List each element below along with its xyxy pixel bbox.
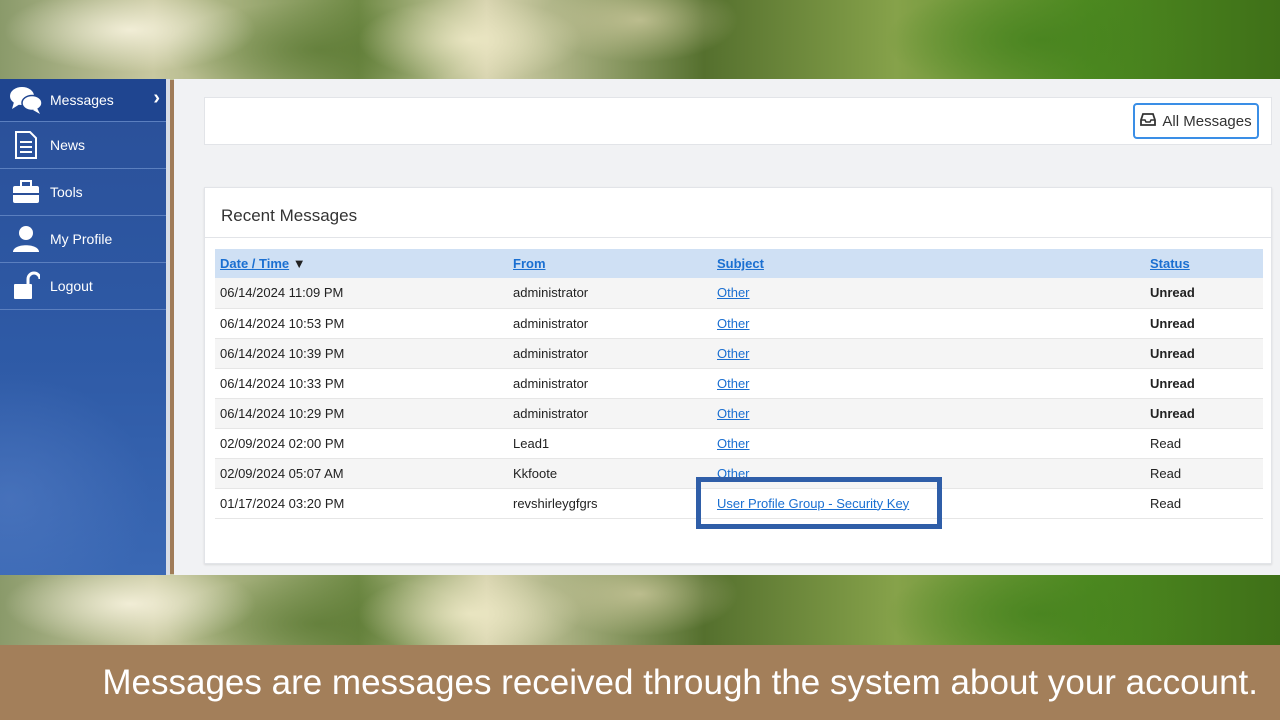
column-header-from[interactable]: From — [508, 249, 712, 278]
status-cell: Unread — [1150, 405, 1195, 421]
datetime-cell: 01/17/2024 03:20 PM — [220, 495, 345, 511]
subject-link[interactable]: Other — [717, 466, 750, 481]
subject-link[interactable]: Other — [717, 376, 750, 391]
column-header-subject[interactable]: Subject — [712, 249, 1145, 278]
from-cell: administrator — [513, 345, 589, 361]
datetime-cell: 06/14/2024 10:33 PM — [220, 375, 345, 391]
status-cell: Read — [1150, 435, 1182, 451]
background-top — [0, 0, 1280, 80]
sidebar-item-news[interactable]: News — [0, 122, 166, 169]
caption-text: Messages are messages received through t… — [102, 662, 1258, 702]
messages-table: Date / Time ▼ From Subject Status 06/14/… — [215, 249, 1263, 519]
recent-messages-panel: Recent Messages Date / Time ▼ From Subje… — [204, 187, 1272, 564]
status-cell: Unread — [1150, 375, 1195, 391]
sidebar-item-label: My Profile — [50, 231, 113, 247]
sidebar: Messages › News Tools My Profile Logout — [0, 79, 170, 575]
all-messages-button[interactable]: All Messages — [1133, 103, 1259, 139]
datetime-cell: 02/09/2024 02:00 PM — [220, 435, 345, 451]
column-header-datetime[interactable]: Date / Time ▼ — [215, 249, 508, 278]
table-row: 02/09/2024 02:00 PM Lead1 Other Read — [215, 428, 1263, 458]
subject-link[interactable]: Other — [717, 406, 750, 421]
status-cell: Unread — [1150, 285, 1195, 301]
table-row: 06/14/2024 10:53 PM administrator Other … — [215, 308, 1263, 338]
table-row: 06/14/2024 10:29 PM administrator Other … — [215, 398, 1263, 428]
subject-link[interactable]: User Profile Group - Security Key — [717, 496, 909, 511]
toolbar: All Messages — [204, 97, 1272, 145]
datetime-cell: 06/14/2024 10:53 PM — [220, 315, 345, 331]
table-row: 01/17/2024 03:20 PM revshirleygfgrs User… — [215, 488, 1263, 518]
datetime-cell: 02/09/2024 05:07 AM — [220, 465, 344, 481]
subject-cell: Other — [712, 278, 1145, 308]
status-cell: Unread — [1150, 345, 1195, 361]
tutorial-caption: Messages are messages received through t… — [0, 645, 1280, 720]
subject-header-link[interactable]: Subject — [717, 256, 764, 271]
sidebar-item-label: Logout — [50, 278, 93, 294]
user-icon — [4, 221, 48, 257]
datetime-cell: 06/14/2024 10:39 PM — [220, 345, 345, 361]
subject-cell: Other — [712, 338, 1145, 368]
table-header-row: Date / Time ▼ From Subject Status — [215, 249, 1263, 278]
sort-desc-icon: ▼ — [292, 256, 306, 271]
sidebar-item-my-profile[interactable]: My Profile — [0, 216, 166, 263]
subject-link[interactable]: Other — [717, 316, 750, 331]
sidebar-item-label: Messages — [50, 92, 114, 108]
panel-title: Recent Messages — [205, 188, 1271, 238]
from-cell: administrator — [513, 285, 589, 301]
subject-cell: Other — [712, 368, 1145, 398]
sidebar-item-tools[interactable]: Tools — [0, 169, 166, 216]
inbox-icon — [1140, 112, 1157, 130]
subject-cell: Other — [712, 458, 1145, 488]
sidebar-item-logout[interactable]: Logout — [0, 263, 166, 310]
from-cell: Lead1 — [513, 435, 550, 451]
subject-link[interactable]: Other — [717, 346, 750, 361]
status-header-link[interactable]: Status — [1150, 256, 1190, 271]
main-content: All Messages Recent Messages Date / Time… — [174, 79, 1280, 575]
from-cell: revshirleygfgrs — [513, 495, 598, 511]
chat-bubbles-icon — [4, 82, 48, 118]
from-cell: administrator — [513, 375, 589, 391]
table-row: 06/14/2024 10:39 PM administrator Other … — [215, 338, 1263, 368]
all-messages-label: All Messages — [1162, 112, 1252, 130]
sidebar-item-label: Tools — [50, 184, 83, 200]
status-cell: Read — [1150, 495, 1182, 511]
toolbox-icon — [4, 174, 48, 210]
document-icon — [4, 127, 48, 163]
background-bottom — [0, 574, 1280, 646]
datetime-header-link[interactable]: Date / Time — [220, 256, 289, 271]
subject-cell: Other — [712, 308, 1145, 338]
from-cell: administrator — [513, 405, 589, 421]
status-cell: Unread — [1150, 315, 1195, 331]
datetime-cell: 06/14/2024 10:29 PM — [220, 405, 345, 421]
subject-link[interactable]: Other — [717, 285, 750, 300]
from-header-link[interactable]: From — [513, 256, 546, 271]
table-row: 06/14/2024 11:09 PM administrator Other … — [215, 278, 1263, 308]
status-cell: Read — [1150, 465, 1182, 481]
subject-cell: User Profile Group - Security Key — [712, 488, 1145, 518]
datetime-cell: 06/14/2024 11:09 PM — [220, 285, 344, 301]
sidebar-item-messages[interactable]: Messages › — [0, 79, 166, 122]
subject-cell: Other — [712, 398, 1145, 428]
table-row: 06/14/2024 10:33 PM administrator Other … — [215, 368, 1263, 398]
from-cell: administrator — [513, 315, 589, 331]
from-cell: Kkfoote — [513, 465, 558, 481]
subject-link[interactable]: Other — [717, 436, 750, 451]
unlock-icon — [4, 268, 48, 304]
sidebar-item-label: News — [50, 137, 86, 153]
table-row: 02/09/2024 05:07 AM Kkfoote Other Read — [215, 458, 1263, 488]
subject-cell: Other — [712, 428, 1145, 458]
chevron-right-icon: › — [153, 87, 160, 109]
column-header-status[interactable]: Status — [1145, 249, 1263, 278]
